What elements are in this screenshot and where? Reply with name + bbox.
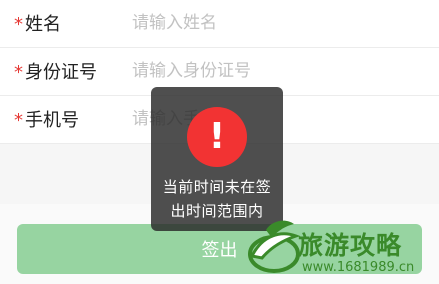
required-mark: * (14, 14, 23, 35)
error-toast: ! 当前时间未在签出时间范围内 (151, 87, 283, 231)
watermark-logo-icon (248, 220, 301, 273)
id-number-label-text: 身份证号 (25, 62, 97, 83)
watermark-url: www.1681989.cn (302, 260, 415, 275)
required-mark: * (14, 62, 23, 83)
id-number-label: * 身份证号 (14, 58, 97, 84)
name-label: * 姓名 (14, 10, 61, 36)
name-input[interactable] (130, 7, 414, 39)
name-row: * 姓名 (0, 0, 439, 46)
required-mark: * (14, 110, 23, 131)
phone-label-text: 手机号 (25, 110, 79, 131)
name-label-text: 姓名 (25, 14, 61, 35)
phone-label: * 手机号 (14, 106, 79, 132)
id-number-input[interactable] (130, 55, 414, 87)
exclamation-icon: ! (187, 107, 247, 167)
watermark: 旅游攻略 www.1681989.cn (236, 216, 439, 284)
watermark-brand: 旅游攻略 (298, 231, 403, 260)
